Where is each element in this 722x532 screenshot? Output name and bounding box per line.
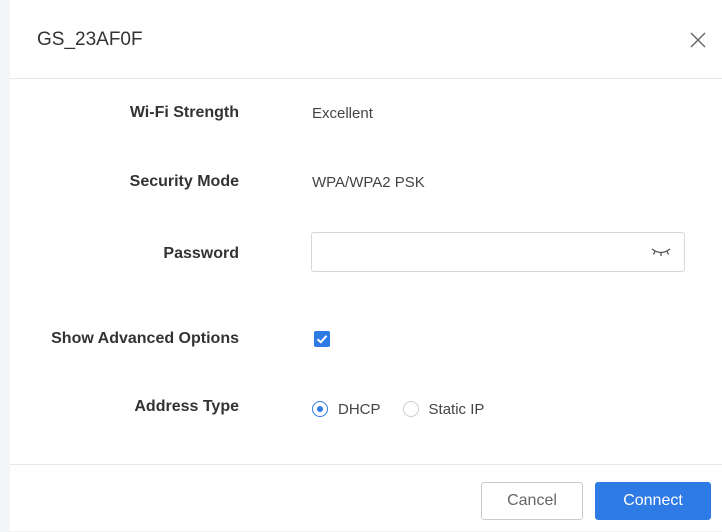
static-ip-radio[interactable]: [402, 401, 419, 417]
dhcp-radio-label[interactable]: DHCP: [338, 401, 381, 418]
show-advanced-options-label: Show Advanced Options: [51, 330, 239, 347]
password-input[interactable]: [322, 233, 636, 271]
cancel-button[interactable]: Cancel: [481, 482, 583, 520]
eye-closed-icon: [651, 248, 671, 256]
wifi-strength-value: Excellent: [312, 105, 373, 122]
wifi-connect-dialog: GS_23AF0F Wi-Fi Strength Excellent Secur…: [10, 0, 722, 531]
password-visibility-toggle[interactable]: [650, 245, 672, 259]
dialog-footer: Cancel Connect: [10, 464, 722, 532]
security-mode-label: Security Mode: [129, 173, 239, 190]
static-ip-radio-label[interactable]: Static IP: [429, 401, 485, 418]
wifi-strength-label: Wi-Fi Strength: [129, 104, 239, 121]
security-mode-value: WPA/WPA2 PSK: [312, 174, 425, 191]
password-label: Password: [163, 245, 239, 262]
address-type-radio-group: DHCP Static IP: [312, 398, 484, 420]
close-icon: [690, 32, 706, 48]
show-advanced-options-checkbox[interactable]: [314, 331, 330, 347]
dialog-header: GS_23AF0F: [10, 0, 722, 79]
connect-button[interactable]: Connect: [595, 482, 711, 520]
checkmark-icon: [316, 335, 328, 344]
close-button[interactable]: [688, 30, 708, 50]
password-field-container: [311, 232, 685, 272]
dhcp-radio[interactable]: [312, 401, 328, 417]
address-type-label: Address Type: [134, 398, 239, 415]
dialog-title: GS_23AF0F: [37, 29, 143, 50]
